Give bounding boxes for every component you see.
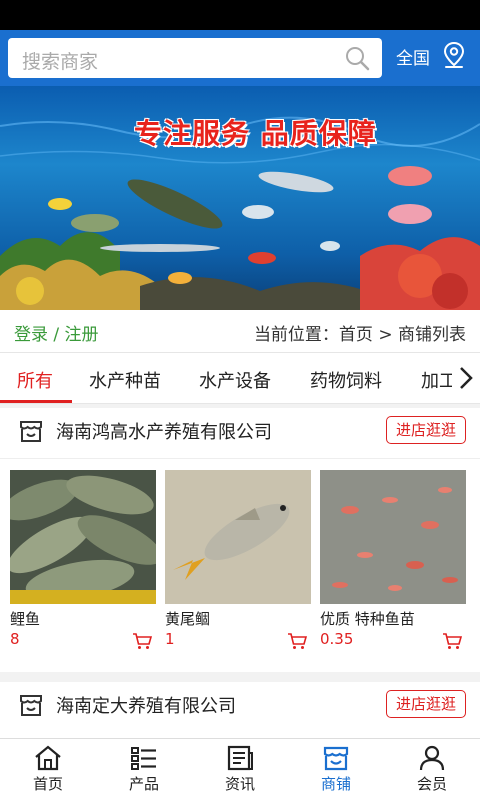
bottom-navigation: 首页 产品 资讯 商铺 会员: [0, 738, 480, 800]
search-placeholder: 搜索商家: [22, 51, 99, 73]
product-image[interactable]: [165, 470, 311, 604]
nav-label: 资讯: [224, 775, 255, 793]
cart-icon[interactable]: [287, 632, 307, 650]
nav-home[interactable]: 首页: [0, 739, 96, 800]
product-image[interactable]: [320, 470, 466, 604]
nav-news[interactable]: 资讯: [192, 739, 288, 800]
search-input[interactable]: 搜索商家: [8, 38, 382, 78]
auth-separator: /: [53, 325, 60, 345]
auth-links: 登录 / 注册: [14, 320, 99, 345]
product-price: 0.35: [320, 630, 354, 648]
nav-label: 商铺: [320, 775, 351, 793]
tab-active-indicator: [0, 400, 72, 403]
breadcrumb: 当前位置：首页 > 商铺列表: [253, 325, 466, 345]
tab-medicine-feed[interactable]: 药物饲料: [310, 367, 382, 393]
product-name: 优质 特种鱼苗: [320, 610, 415, 628]
nav-label: 首页: [32, 775, 63, 793]
cart-icon[interactable]: [442, 632, 462, 650]
shop-card: 海南鸿高水产养殖有限公司 进店逛逛 鲤鱼 8 黄尾鲴 1 优质 特种鱼苗 0.3…: [0, 408, 480, 672]
banner-slogan: 专注服务 品质保障: [134, 117, 377, 150]
store-icon: [20, 421, 42, 442]
search-icon[interactable]: [344, 45, 370, 71]
tabs-next-button[interactable]: [452, 353, 480, 403]
product-image[interactable]: [10, 470, 156, 604]
nav-label: 会员: [416, 775, 447, 793]
tab-all[interactable]: 所有: [17, 367, 53, 393]
shop-card: 海南定大养殖有限公司 进店逛逛: [0, 682, 480, 738]
divider: [0, 458, 480, 459]
product-price: 1: [165, 630, 175, 648]
category-tabs: 所有 水产种苗 水产设备 药物饲料 加工: [0, 352, 480, 404]
product-card[interactable]: 鲤鱼 8: [10, 470, 156, 660]
chevron-right-icon: [460, 367, 473, 389]
nav-shops[interactable]: 商铺: [288, 739, 384, 800]
visit-shop-button[interactable]: 进店逛逛: [386, 416, 466, 444]
tab-aquatic-seedlings[interactable]: 水产种苗: [89, 367, 161, 393]
top-header: 搜索商家 全国: [0, 30, 480, 86]
tab-aquatic-equipment[interactable]: 水产设备: [199, 367, 271, 393]
shop-header: 海南鸿高水产养殖有限公司 进店逛逛: [0, 408, 480, 452]
product-price: 8: [10, 630, 20, 648]
shop-name[interactable]: 海南定大养殖有限公司: [56, 692, 236, 718]
nav-label: 产品: [128, 775, 159, 793]
promo-banner[interactable]: 专注服务 品质保障: [0, 86, 480, 310]
region-selector[interactable]: 全国: [396, 44, 430, 69]
nav-member[interactable]: 会员: [384, 739, 480, 800]
shop-name[interactable]: 海南鸿高水产养殖有限公司: [56, 418, 272, 444]
location-icon[interactable]: [442, 41, 466, 69]
list-icon: [131, 747, 156, 770]
store-icon: [323, 746, 349, 771]
register-link[interactable]: 注册: [65, 325, 99, 345]
news-icon: [227, 745, 253, 771]
shop-header: 海南定大养殖有限公司 进店逛逛: [0, 682, 480, 726]
product-name: 黄尾鲴: [165, 610, 211, 628]
nav-products[interactable]: 产品: [96, 739, 192, 800]
store-icon: [20, 695, 42, 716]
login-link[interactable]: 登录: [14, 325, 48, 345]
home-icon: [35, 745, 61, 771]
info-bar: 登录 / 注册 当前位置：首页 > 商铺列表: [0, 310, 480, 352]
product-name: 鲤鱼: [10, 610, 41, 628]
user-icon: [419, 745, 445, 771]
product-card[interactable]: 黄尾鲴 1: [165, 470, 311, 660]
cart-icon[interactable]: [132, 632, 152, 650]
visit-shop-button[interactable]: 进店逛逛: [386, 690, 466, 718]
status-bar: [0, 0, 480, 30]
product-card[interactable]: 优质 特种鱼苗 0.35: [320, 470, 466, 660]
